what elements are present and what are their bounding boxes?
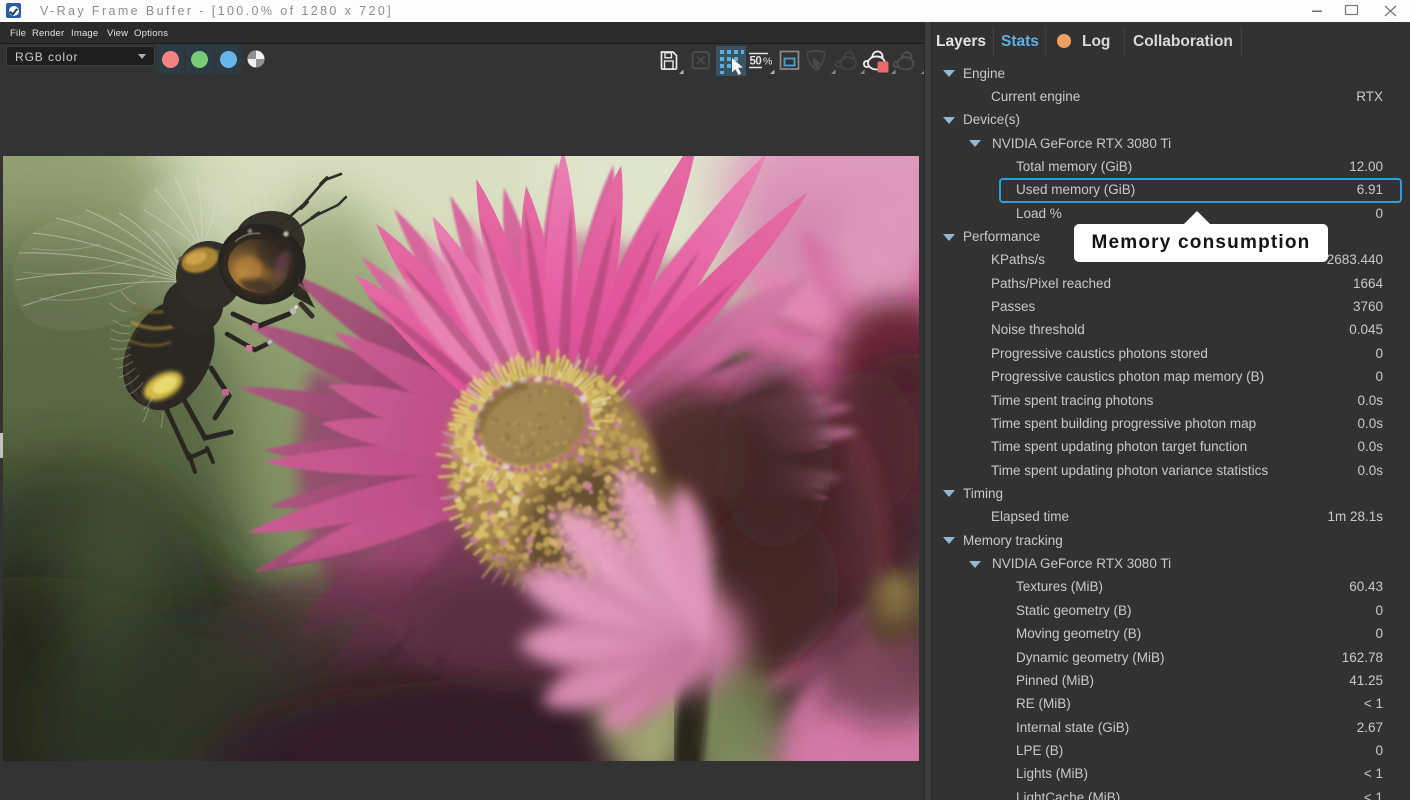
svg-text:%: % bbox=[763, 56, 772, 68]
svg-text:50: 50 bbox=[750, 56, 762, 68]
